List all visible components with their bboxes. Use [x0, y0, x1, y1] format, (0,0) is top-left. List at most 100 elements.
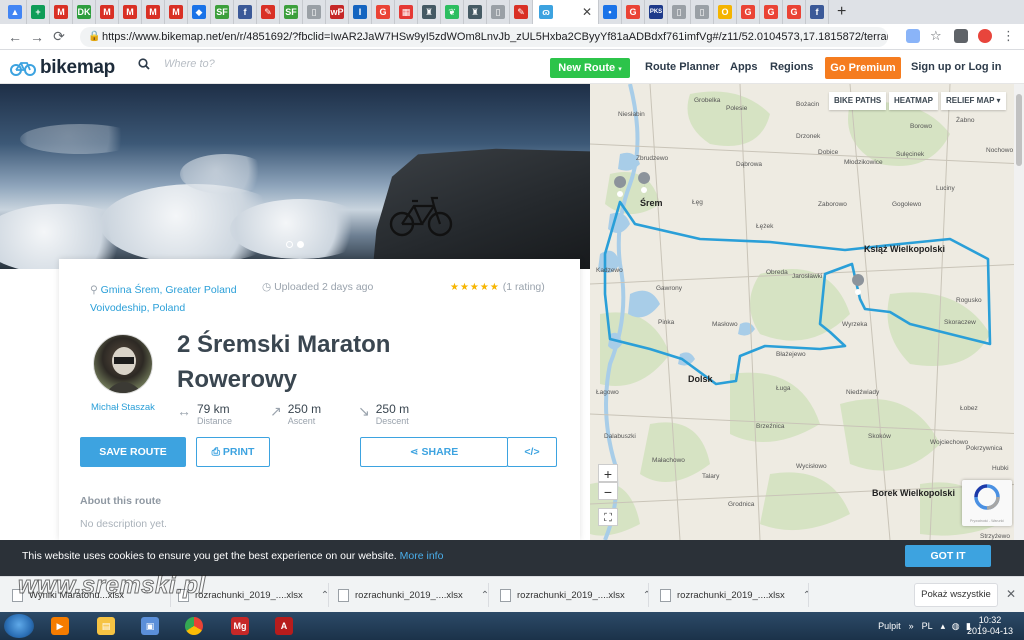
translate-icon[interactable]	[906, 29, 920, 43]
browser-tab[interactable]: PKS	[645, 0, 668, 24]
browser-tab[interactable]: M	[50, 0, 73, 24]
zoom-out-button[interactable]: −	[598, 482, 618, 500]
browser-tab[interactable]: M	[142, 0, 165, 24]
taskbar-mg[interactable]: Mg	[226, 614, 254, 638]
browser-tab[interactable]: •	[599, 0, 622, 24]
pulpit-label[interactable]: Pulpit	[878, 621, 901, 631]
browser-tab[interactable]: ◆	[188, 0, 211, 24]
reload-icon[interactable]: ⟳	[48, 28, 70, 45]
new-tab-button[interactable]: +	[837, 3, 846, 21]
taskbar-acrobat[interactable]: A	[270, 614, 298, 638]
zoom-in-button[interactable]: +	[598, 464, 618, 482]
language-indicator[interactable]: PL	[922, 621, 933, 631]
cookie-got-it-button[interactable]: GOT IT	[905, 545, 991, 567]
go-premium-button[interactable]: Go Premium	[825, 57, 901, 79]
rating[interactable]: ★★★★★ (1 rating)	[450, 281, 545, 293]
browser-tab[interactable]: SF	[280, 0, 303, 24]
page-scrollbar[interactable]	[1014, 84, 1024, 540]
browser-tab[interactable]: SF	[211, 0, 234, 24]
browser-tab[interactable]: M	[119, 0, 142, 24]
embed-button[interactable]: </>	[507, 437, 557, 467]
browser-tab[interactable]: +	[27, 0, 50, 24]
new-route-button[interactable]: New Route ▾	[550, 58, 630, 78]
browser-tab[interactable]: M	[165, 0, 188, 24]
recaptcha-badge[interactable]: Prywatność - Warunki	[962, 480, 1012, 526]
bikemap-logo[interactable]: bikemap	[10, 57, 115, 79]
menu-icon[interactable]: ⋮	[1002, 29, 1016, 43]
chevron-up-icon[interactable]: ⌃	[643, 590, 651, 601]
author-avatar[interactable]	[93, 334, 153, 394]
star-icon[interactable]: ☆	[930, 29, 944, 43]
browser-tab[interactable]: M	[96, 0, 119, 24]
save-route-button[interactable]: SAVE ROUTE	[80, 437, 186, 467]
chevron-icon[interactable]: »	[909, 621, 914, 631]
relief-map-button[interactable]: RELIEF MAP ▾	[941, 92, 1006, 110]
route-map[interactable]: Niesłabin Grobelka Polesie Bożacin Borowo Żab…	[590, 84, 1024, 540]
browser-tab[interactable]: ✎	[257, 0, 280, 24]
browser-tab[interactable]: G	[737, 0, 760, 24]
system-clock[interactable]: 10:32 2019-04-13	[962, 615, 1018, 637]
browser-tab[interactable]: DK	[73, 0, 96, 24]
taskbar-app[interactable]: ▣	[136, 614, 164, 638]
nav-apps[interactable]: Apps	[730, 50, 758, 84]
bike-paths-button[interactable]: BIKE PATHS	[829, 92, 887, 110]
taskbar-chrome[interactable]	[180, 614, 208, 638]
route-location[interactable]: ⚲ Gmina Śrem, Greater Poland Voivodeship…	[90, 281, 240, 317]
site-search[interactable]: Where to?	[138, 58, 215, 70]
carousel-dot-active[interactable]	[297, 241, 304, 248]
address-bar[interactable]: 🔒 https://www.bikemap.net/en/r/4851692/?…	[80, 27, 888, 47]
route-location-text[interactable]: Gmina Śrem, Greater Poland Voivodeship, …	[90, 284, 237, 314]
browser-tab[interactable]: ▯	[691, 0, 714, 24]
browser-tab[interactable]: G	[760, 0, 783, 24]
browser-tab[interactable]: G	[622, 0, 645, 24]
fullscreen-icon[interactable]: ⛶	[598, 508, 618, 526]
browser-tab[interactable]: ❦	[441, 0, 464, 24]
map-place-label: Wycisłowo	[796, 463, 827, 470]
search-placeholder[interactable]: Where to?	[164, 58, 215, 70]
close-icon[interactable]: ✕	[1006, 587, 1016, 601]
browser-tab[interactable]: ▲	[4, 0, 27, 24]
browser-tab[interactable]: ✎	[510, 0, 533, 24]
cookie-banner: This website uses cookies to ensure you …	[0, 540, 1024, 576]
browser-tab[interactable]: ♜	[464, 0, 487, 24]
show-all-downloads-button[interactable]: Pokaż wszystkie	[914, 583, 998, 607]
browser-tab[interactable]: ▦	[395, 0, 418, 24]
map-canvas[interactable]: Niesłabin Grobelka Polesie Bożacin Borowo Żab…	[590, 84, 1024, 540]
rating-stars[interactable]: ★★★★★	[450, 282, 500, 293]
browser-tab[interactable]: f	[234, 0, 257, 24]
extension-icon[interactable]	[954, 29, 968, 43]
download-item[interactable]: rozrachunki_2019_....xlsx ⌃	[660, 585, 811, 605]
browser-tab[interactable]: G	[372, 0, 395, 24]
browser-tab[interactable]: ▯	[487, 0, 510, 24]
forward-icon[interactable]: →	[26, 29, 48, 45]
recaptcha-text[interactable]: Prywatność - Warunki	[962, 519, 1012, 523]
sign-in-link[interactable]: Sign up or Log in	[911, 50, 1001, 84]
chevron-up-icon[interactable]: ⌃	[803, 590, 811, 601]
download-item[interactable]: rozrachunki_2019_....xlsx ⌃	[338, 585, 489, 605]
close-tab-icon[interactable]: ✕	[582, 5, 592, 19]
browser-tab[interactable]: ▯	[303, 0, 326, 24]
browser-tab[interactable]: O	[714, 0, 737, 24]
cookie-more-info-link[interactable]: More info	[400, 550, 444, 562]
back-icon[interactable]: ←	[4, 29, 26, 45]
download-item[interactable]: rozrachunki_2019_....xlsx ⌃	[500, 585, 651, 605]
browser-tab[interactable]: ɷ ✕	[533, 0, 599, 24]
extension-icon-2[interactable]	[978, 29, 992, 43]
print-button[interactable]: ⎙ PRINT	[196, 437, 270, 467]
scrollbar-thumb[interactable]	[1016, 94, 1022, 166]
author-name[interactable]: Michał Staszak	[91, 402, 155, 413]
nav-regions[interactable]: Regions	[770, 50, 813, 84]
start-button[interactable]	[4, 614, 34, 638]
nav-route-planner[interactable]: Route Planner	[645, 50, 720, 84]
browser-tab[interactable]: G	[783, 0, 806, 24]
taskbar-explorer[interactable]: ▤	[92, 614, 120, 638]
browser-tab[interactable]: ♜	[418, 0, 441, 24]
browser-tab[interactable]: I	[349, 0, 372, 24]
taskbar-media-player[interactable]: ▶	[46, 614, 74, 638]
browser-tab[interactable]: ▯	[668, 0, 691, 24]
share-button[interactable]: ⋖ SHARE	[360, 437, 508, 467]
browser-tab[interactable]: wP	[326, 0, 349, 24]
carousel-dot[interactable]	[286, 241, 293, 248]
heatmap-button[interactable]: HEATMAP	[889, 92, 938, 110]
browser-tab[interactable]: f	[806, 0, 829, 24]
